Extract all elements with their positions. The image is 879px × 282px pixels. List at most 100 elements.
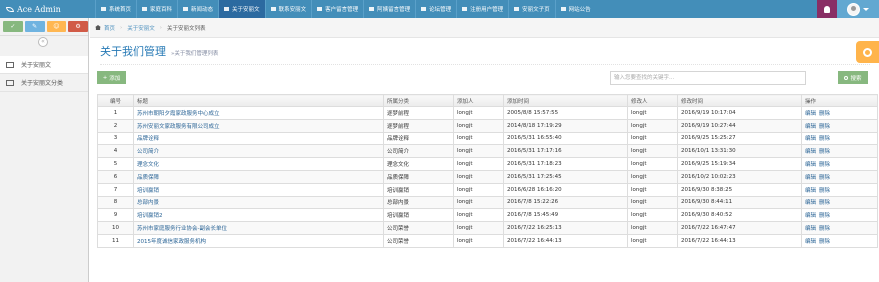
nav-item[interactable]: 家庭百科 [136, 0, 177, 18]
title-link[interactable]: 苏州市朝阳夕霞家政服务中心成立 [137, 111, 220, 117]
delete-link[interactable]: 删除 [819, 111, 830, 117]
modified-cell: 2016/9/25 15:19:34 [677, 157, 802, 171]
search-input[interactable] [610, 71, 806, 85]
table-row: 10 苏州市家庭服务行业协会-副会长单位 公司荣誉 longjt 2016/7/22 1… [97, 221, 878, 235]
adder-cell: longjt [453, 195, 504, 210]
shortcut-pencil-button[interactable]: ✎ [24, 21, 45, 32]
modified-cell: 2016/10/2 10:02:23 [677, 169, 802, 184]
nav-item[interactable]: 系统首页 [95, 0, 136, 18]
sidebar-item-about-category[interactable]: 关于安丽文分类 [0, 74, 88, 92]
title-link[interactable]: 品牌诠释 [137, 136, 159, 142]
sidebar-collapse-button[interactable]: « [38, 37, 48, 47]
nav-item[interactable]: 注册用户管理 [456, 0, 508, 18]
table-row: 8 总部内景 总部内景 longjt 2016/7/8 15:22:26 longjt 20… [97, 195, 878, 210]
column-header[interactable]: 标题 [133, 94, 384, 107]
edit-link[interactable]: 编辑 [805, 136, 816, 142]
adder-cell: longjt [453, 182, 504, 197]
nav-item[interactable]: 关于安丽文 [218, 0, 265, 18]
title-link[interactable]: 2015年度诚信家政服务机构 [137, 239, 206, 245]
delete-link[interactable]: 删除 [819, 188, 830, 194]
title-link[interactable]: 培训赢销2 [137, 213, 163, 219]
edit-link[interactable]: 编辑 [805, 226, 816, 232]
title-link[interactable]: 苏州安丽文家政服务有限公司成立 [137, 124, 220, 130]
delete-link[interactable]: 删除 [819, 162, 830, 168]
column-header[interactable]: 修改人 [627, 94, 678, 107]
table-row: 9 培训赢销2 培训赢销 longjt 2016/7/8 15:45:49 longjt 2… [97, 208, 878, 223]
title-link[interactable]: 培训赢销 [137, 188, 159, 194]
column-header: 操作 [801, 94, 878, 107]
shortcut-users-button[interactable]: ☺ [46, 21, 67, 32]
nav-item[interactable]: 阿姨留言管理 [363, 0, 415, 18]
adder-cell: longjt [453, 118, 504, 133]
delete-link[interactable]: 删除 [819, 149, 830, 155]
column-header[interactable]: 所属分类 [383, 94, 454, 107]
title-link[interactable]: 苏州市家庭服务行业协会-副会长单位 [137, 226, 227, 232]
nav-item-label: 新闻动态 [191, 7, 214, 13]
delete-link[interactable]: 删除 [819, 175, 830, 181]
id-cell: 9 [97, 208, 134, 223]
edit-link[interactable]: 编辑 [805, 213, 816, 219]
edit-link[interactable]: 编辑 [805, 175, 816, 181]
delete-link[interactable]: 删除 [819, 213, 830, 219]
delete-link[interactable]: 删除 [819, 226, 830, 232]
table-row: 1 苏州市朝阳夕霞家政服务中心成立 逐梦前程 longjt 2005/8/8 15:57… [97, 106, 878, 120]
edit-link[interactable]: 编辑 [805, 162, 816, 168]
brand[interactable]: Ace Admin [0, 0, 95, 18]
shortcut-settings-button[interactable]: ⚙ [68, 21, 88, 32]
sidebar-item-about[interactable]: 关于安丽文 [0, 56, 88, 74]
column-header[interactable]: 修改时间 [677, 94, 802, 107]
column-header[interactable]: 编号 [97, 94, 134, 107]
nav-item[interactable]: 论坛管理 [415, 0, 456, 18]
delete-link[interactable]: 删除 [819, 200, 830, 206]
nav-item-label: 关于安丽文 [232, 7, 260, 13]
edit-link[interactable]: 编辑 [805, 149, 816, 155]
edit-link[interactable]: 编辑 [805, 111, 816, 117]
delete-link[interactable]: 删除 [819, 136, 830, 142]
column-header[interactable]: 添加人 [453, 94, 504, 107]
table-row: 11 2015年度诚信家政服务机构 公司荣誉 longjt 2016/7/22 16:4… [97, 233, 878, 248]
add-button-label: 添加 [109, 75, 121, 82]
settings-button[interactable] [856, 41, 879, 63]
added-cell: 2016/5/31 16:55:40 [503, 131, 628, 146]
title-link[interactable]: 总部内景 [137, 200, 159, 206]
search-icon [844, 75, 849, 80]
nav-item[interactable]: 联系安丽文 [264, 0, 312, 18]
category-cell: 总部内景 [383, 195, 454, 210]
search-button-label: 搜索 [850, 75, 862, 82]
id-cell: 8 [97, 195, 134, 210]
user-menu[interactable] [837, 0, 879, 18]
menu-icon [369, 7, 375, 11]
edit-link[interactable]: 编辑 [805, 239, 816, 245]
title-link[interactable]: 公司简介 [137, 149, 159, 155]
added-cell: 2016/6/28 16:16:20 [503, 182, 628, 197]
nav-item-label: 网站公告 [568, 7, 591, 13]
nav-item[interactable]: 新闻动态 [177, 0, 218, 18]
shortcut-check-button[interactable]: ✓ [3, 21, 23, 32]
delete-link[interactable]: 删除 [819, 124, 830, 130]
breadcrumb-parent[interactable]: 关于安丽文 [127, 24, 155, 32]
search-button[interactable]: 搜索 [838, 71, 868, 84]
edit-link[interactable]: 编辑 [805, 124, 816, 130]
menu-icon [560, 7, 566, 11]
modifier-cell: longjt [627, 195, 678, 210]
nav-item[interactable]: 安丽文子页 [508, 0, 555, 18]
breadcrumb-separator: › [159, 24, 162, 31]
title-cell: 培训赢销 [133, 182, 384, 197]
notifications-button[interactable] [817, 0, 837, 18]
title-link[interactable]: 理念文化 [137, 162, 159, 168]
nav-item[interactable]: 网站公告 [554, 0, 596, 18]
table-row: 6 品质保障 品质保障 longjt 2016/5/31 17:25:45 longjt 2… [97, 169, 878, 184]
delete-link[interactable]: 删除 [819, 239, 830, 245]
edit-link[interactable]: 编辑 [805, 200, 816, 206]
title-link[interactable]: 品质保障 [137, 175, 159, 181]
nav-item[interactable]: 客户留言管理 [311, 0, 363, 18]
category-cell: 公司简介 [383, 144, 454, 159]
id-cell: 6 [97, 169, 134, 184]
added-cell: 2016/5/31 17:25:45 [503, 169, 628, 184]
column-header[interactable]: 添加时间 [503, 94, 628, 107]
edit-link[interactable]: 编辑 [805, 188, 816, 194]
gear-icon [863, 47, 872, 57]
breadcrumb-home[interactable]: 首页 [104, 24, 115, 32]
add-button[interactable]: + 添加 [97, 71, 126, 84]
modified-cell: 2016/9/25 15:25:27 [677, 131, 802, 146]
